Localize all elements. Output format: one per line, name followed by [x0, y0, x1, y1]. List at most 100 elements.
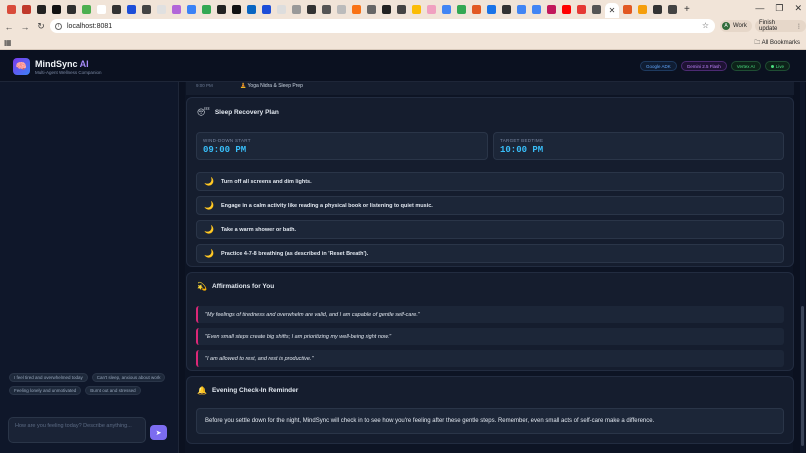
brand-title: MindSync AI: [35, 59, 89, 69]
tab-favicon[interactable]: [532, 4, 541, 14]
tab-favicon[interactable]: [247, 4, 256, 14]
tab-favicon[interactable]: [112, 4, 121, 14]
badge-gemini: Gemini 2.5 Flash: [680, 61, 727, 71]
tab-favicon[interactable]: [502, 4, 511, 14]
suggestion-chip[interactable]: Can't sleep, anxious about work: [91, 373, 166, 382]
back-arrow-icon[interactable]: ←: [2, 22, 16, 32]
wind-down-box: WIND-DOWN START 09:00 PM: [196, 132, 488, 160]
tab-favicon[interactable]: [427, 4, 436, 14]
suggestion-chip[interactable]: Feeling lonely and unmotivated: [9, 386, 82, 395]
tab-favicon[interactable]: [592, 4, 601, 14]
site-info-icon[interactable]: i: [55, 22, 62, 30]
browser-tab-strip: ✕ + — ❐ ✕: [0, 0, 806, 18]
tab-favicon[interactable]: [22, 4, 31, 14]
tab-favicon[interactable]: [517, 4, 526, 14]
reminder-title-text: Evening Check-In Reminder: [211, 387, 299, 394]
send-button[interactable]: ➤: [150, 425, 167, 440]
tab-favicon[interactable]: [457, 4, 466, 14]
app-header: 🧠 MindSync AI Multi-Agent Wellness Compa…: [0, 51, 806, 82]
bookmarks-bar: ▦ 🗀 All Bookmarks: [0, 35, 806, 50]
tab-favicon[interactable]: [97, 4, 106, 14]
tab-favicon[interactable]: [668, 4, 677, 14]
tab-favicon[interactable]: [82, 4, 91, 14]
chat-input[interactable]: How are you feeling today? Describe anyt…: [8, 417, 146, 443]
tab-favicon[interactable]: [472, 4, 481, 14]
tab-favicon[interactable]: [187, 4, 196, 14]
tab-favicon[interactable]: [307, 4, 316, 14]
maximize-icon[interactable]: ❐: [775, 3, 783, 14]
tab-favicon[interactable]: [217, 4, 226, 14]
main-scrollbar[interactable]: [800, 82, 805, 453]
tab-favicon[interactable]: [487, 4, 496, 14]
reload-icon[interactable]: ↻: [34, 21, 48, 32]
badge-live-label: Live: [775, 63, 784, 69]
sleep-step: 🌙 Practice 4-7-8 breathing (as described …: [196, 244, 784, 263]
app-root: 🧠 MindSync AI Multi-Agent Wellness Compa…: [0, 51, 806, 453]
tab-favicon[interactable]: [37, 4, 46, 14]
folder-icon: 🗀: [754, 40, 761, 46]
address-bar[interactable]: i localhost:8081 ☆: [50, 19, 715, 33]
tab-favicon[interactable]: [292, 4, 301, 14]
tab-favicon[interactable]: [277, 4, 286, 14]
moon-icon: 🌙: [204, 249, 214, 258]
tab-favicon[interactable]: [262, 4, 271, 14]
new-tab-plus-icon[interactable]: +: [684, 4, 690, 15]
schedule-activity-label: Yoga Nidra & Sleep Prep: [247, 83, 303, 89]
bedtime-box: TARGET BEDTIME 10:00 PM: [493, 132, 784, 160]
bookmark-star-icon[interactable]: ☆: [702, 21, 709, 30]
profile-button[interactable]: A Work: [720, 20, 752, 32]
schedule-row: 9:00 PM 🧘 Yoga Nidra & Sleep Prep: [186, 82, 794, 95]
schedule-time: 9:00 PM: [196, 83, 213, 88]
tab-favicon[interactable]: [202, 4, 211, 14]
tab-favicon[interactable]: [412, 4, 421, 14]
tab-favicon[interactable]: [382, 4, 391, 14]
tab-favicon[interactable]: [397, 4, 406, 14]
tab-favicon[interactable]: [142, 4, 151, 14]
tab-favicon[interactable]: [322, 4, 331, 14]
brand-subtitle: Multi-Agent Wellness Companion: [35, 70, 102, 75]
wind-down-label: WIND-DOWN START: [203, 138, 251, 143]
tab-favicon[interactable]: [547, 4, 556, 14]
tab-favicon[interactable]: [577, 4, 586, 14]
sleep-step: 🌙 Take a warm shower or bath.: [196, 220, 784, 239]
brain-logo-icon: 🧠: [13, 58, 30, 75]
active-tab-close-icon[interactable]: ✕: [605, 3, 619, 18]
tab-favicon[interactable]: [442, 4, 451, 14]
moon-icon: 🌙: [204, 225, 214, 234]
finish-update-button[interactable]: Finish update ⋮: [755, 20, 806, 32]
tab-favicon[interactable]: [127, 4, 136, 14]
brand-ai: AI: [77, 59, 89, 69]
tab-favicon[interactable]: [337, 4, 346, 14]
yoga-icon: 🧘: [240, 83, 248, 89]
forward-arrow-icon[interactable]: →: [18, 22, 32, 32]
tab-favicon[interactable]: [367, 4, 376, 14]
profile-avatar: A: [722, 22, 730, 30]
reminder-text: Before you settle down for the night, Mi…: [196, 408, 784, 434]
sparkle-icon: 💫: [197, 282, 207, 291]
finish-update-label: Finish update: [759, 20, 778, 32]
suggestion-chip[interactable]: Burnt out and stressed: [85, 386, 141, 395]
tab-favicon[interactable]: [52, 4, 61, 14]
tab-favicon[interactable]: [172, 4, 181, 14]
affirmation-item: "Even small steps create big shifts; I a…: [196, 328, 784, 345]
suggestion-chip[interactable]: I feel tired and overwhelmed today: [9, 373, 88, 382]
tab-favicon[interactable]: [352, 4, 361, 14]
all-bookmarks-button[interactable]: 🗀 All Bookmarks: [754, 38, 800, 48]
apps-grid-icon[interactable]: ▦: [4, 38, 12, 47]
sleep-step-text: Engage in a calm activity like reading a…: [220, 202, 433, 209]
close-window-icon[interactable]: ✕: [794, 3, 802, 14]
tab-favicon[interactable]: [623, 4, 632, 14]
tab-favicon[interactable]: [157, 4, 166, 14]
tab-favicon[interactable]: [653, 4, 662, 14]
tab-favicon[interactable]: [232, 4, 241, 14]
sleepy-face-icon: 😴: [197, 108, 210, 117]
affirmations-title: 💫 Affirmations for You: [197, 282, 274, 291]
tab-favicon[interactable]: [638, 4, 647, 14]
tab-favicon[interactable]: [562, 4, 571, 14]
live-dot-icon: [770, 64, 774, 68]
minimize-icon[interactable]: —: [755, 3, 764, 14]
tab-favicon[interactable]: [7, 4, 16, 14]
scroll-thumb[interactable]: [801, 306, 804, 446]
tab-favicon[interactable]: [67, 4, 76, 14]
reminder-title: 🔔 Evening Check-In Reminder: [197, 386, 298, 395]
